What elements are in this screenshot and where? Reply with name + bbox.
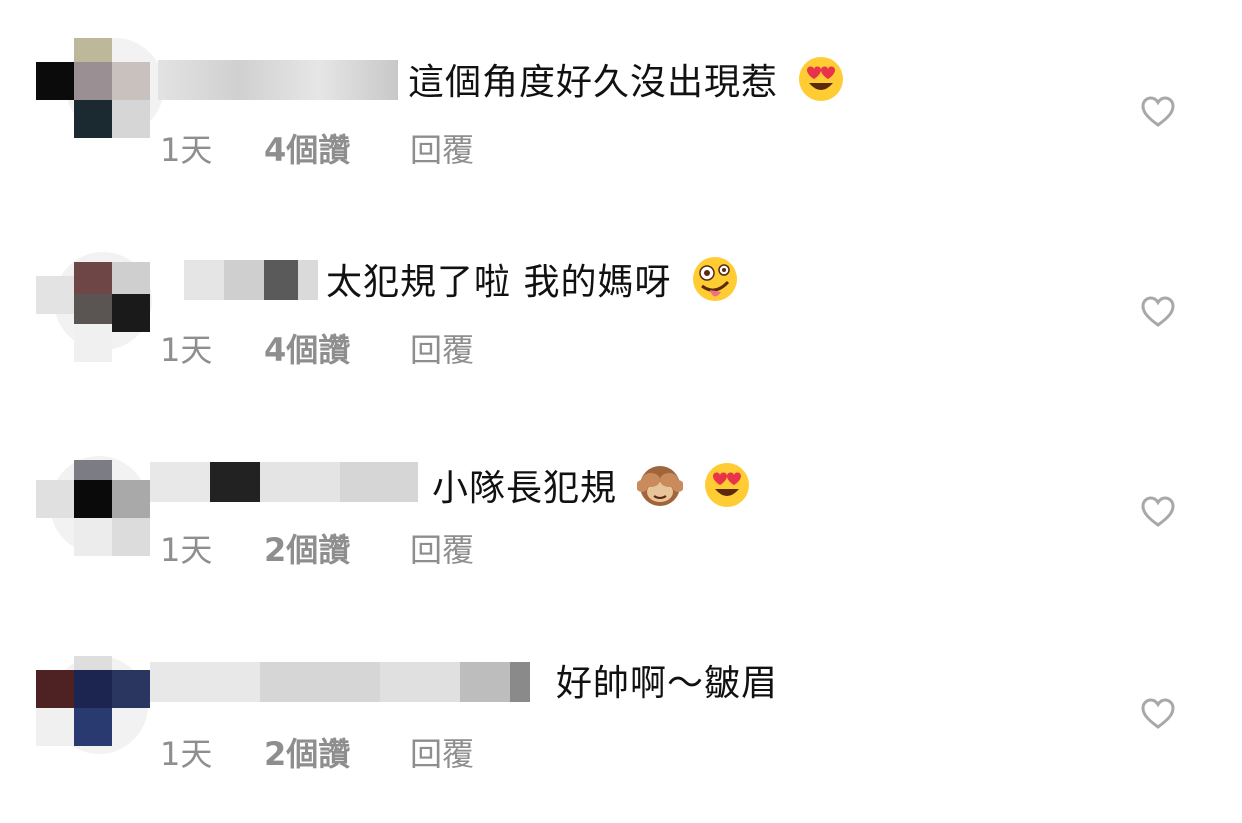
comment-time: 1天 — [160, 131, 213, 169]
comment-likes[interactable]: 2個讚 — [264, 530, 350, 570]
comment-text: 好帥啊～皺眉 — [556, 663, 779, 704]
comment-time: 1天 — [160, 331, 213, 369]
reply-button[interactable]: 回覆 — [410, 530, 474, 570]
avatar[interactable] — [36, 38, 166, 156]
comment-text: 這個角度好久沒出現惹 — [408, 56, 844, 105]
comment-time: 1天 — [160, 531, 213, 569]
comment-likes[interactable]: 4個讚 — [264, 130, 350, 170]
comment-time: 1天 — [160, 735, 213, 773]
reply-button[interactable]: 回覆 — [410, 130, 474, 170]
comment-text: 小隊長犯規 — [432, 462, 750, 511]
heart-eyes-emoji — [799, 57, 844, 101]
comment-item: 小隊長犯規 1天 2個讚 回覆 — [0, 400, 1242, 600]
comment-text: 太犯規了啦 我的媽呀 — [326, 256, 738, 305]
comment-likes[interactable]: 2個讚 — [264, 734, 350, 774]
username-redacted[interactable] — [158, 60, 398, 100]
heart-eyes-emoji — [704, 463, 749, 507]
reply-button[interactable]: 回覆 — [410, 734, 474, 774]
see-no-evil-monkey-emoji — [637, 466, 684, 506]
avatar[interactable] — [36, 252, 166, 370]
reply-button[interactable]: 回覆 — [410, 330, 474, 370]
like-heart-icon[interactable] — [1141, 296, 1175, 328]
comment-item: 好帥啊～皺眉 1天 2個讚 回覆 — [0, 600, 1242, 800]
username-redacted[interactable] — [150, 462, 418, 502]
zany-face-emoji — [692, 257, 737, 301]
comment-item: 太犯規了啦 我的媽呀 1天 4個讚 回覆 — [0, 200, 1242, 400]
like-heart-icon[interactable] — [1141, 496, 1175, 528]
comment-item: 這個角度好久沒出現惹 1天 4個讚 回覆 — [0, 0, 1242, 200]
username-redacted[interactable] — [150, 662, 530, 702]
like-heart-icon[interactable] — [1141, 698, 1175, 730]
avatar[interactable] — [36, 456, 166, 574]
comment-likes[interactable]: 4個讚 — [264, 330, 350, 370]
avatar[interactable] — [36, 656, 166, 774]
username-redacted[interactable] — [184, 260, 318, 300]
like-heart-icon[interactable] — [1141, 96, 1175, 128]
